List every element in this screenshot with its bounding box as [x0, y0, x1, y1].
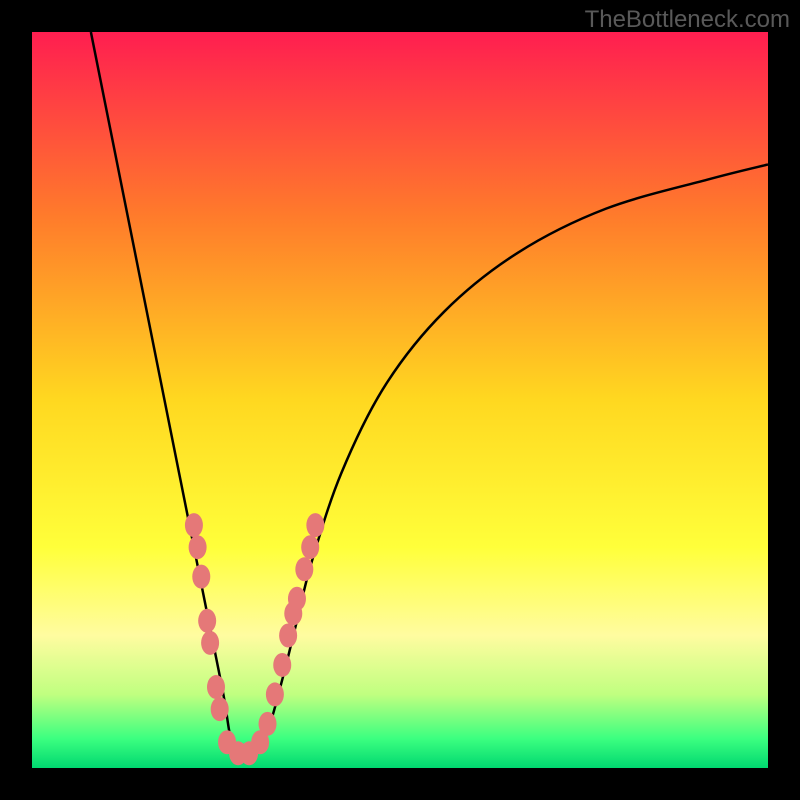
- marker-point: [189, 535, 207, 559]
- curve-layer: [32, 32, 768, 768]
- marker-point: [288, 587, 306, 611]
- marker-point: [273, 653, 291, 677]
- marker-point: [301, 535, 319, 559]
- marker-point: [211, 697, 229, 721]
- chart-container: TheBottleneck.com: [0, 0, 800, 800]
- highlight-markers: [185, 513, 324, 765]
- marker-point: [279, 624, 297, 648]
- marker-point: [201, 631, 219, 655]
- marker-point: [207, 675, 225, 699]
- marker-point: [192, 565, 210, 589]
- bottleneck-curve: [91, 32, 768, 756]
- plot-area: [32, 32, 768, 768]
- marker-point: [295, 557, 313, 581]
- marker-point: [185, 513, 203, 537]
- marker-point: [198, 609, 216, 633]
- marker-point: [259, 712, 277, 736]
- watermark-text: TheBottleneck.com: [585, 6, 790, 34]
- marker-point: [266, 682, 284, 706]
- marker-point: [306, 513, 324, 537]
